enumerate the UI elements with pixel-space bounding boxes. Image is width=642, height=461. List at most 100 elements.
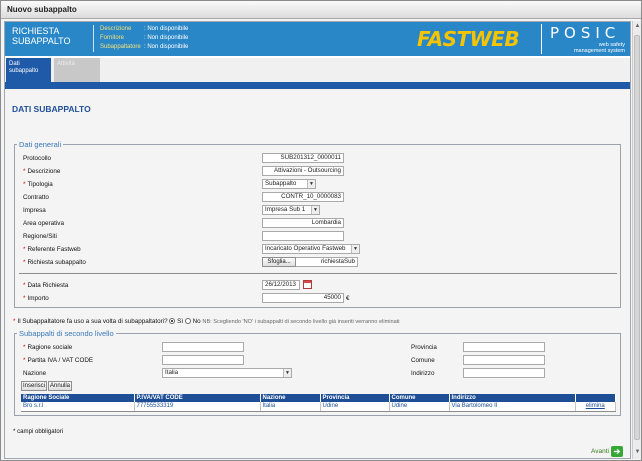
scroll-down-icon[interactable]: ▼ [634, 449, 641, 456]
subcontract-question: * Il Subappaltatore fa uso a sua volta di… [13, 318, 400, 325]
importo-label: * Importo [23, 295, 49, 302]
cancel-button[interactable]: Annulla [48, 381, 72, 391]
second-level-fieldset: Subappalti di secondo livello * Ragione s… [14, 329, 621, 416]
tipologia-label: * Tipologia [23, 181, 53, 188]
info-value-descrizione: : Non disponibile [144, 26, 189, 32]
scrollbar-thumb[interactable] [634, 35, 640, 440]
table-row: Bro s.r.l 77755533319 Italia Udine Udine… [21, 402, 616, 412]
question-note: NB: Scegliendo 'NO' i subappalti di seco… [202, 319, 400, 325]
tab-dati-subappalto[interactable]: Dati subappalto [6, 58, 51, 82]
radio-no[interactable] [184, 318, 191, 324]
info-label-descrizione: Descrizione [100, 26, 132, 32]
next-button[interactable]: Avanti ➔ [591, 446, 623, 457]
scroll-up-icon[interactable]: ▲ [634, 23, 641, 30]
second-level-legend: Subappalti di secondo livello [19, 329, 114, 338]
chevron-down-icon: ▼ [351, 245, 359, 253]
radio-si-label: Sì [177, 318, 184, 325]
descrizione-field[interactable]: Attivazioni - Outsourcing [262, 166, 344, 176]
header-banner: RICHIESTA SUBAPPALTO Descrizione : Non di… [5, 22, 630, 56]
nazione-select[interactable]: Italia ▼ [162, 368, 292, 378]
ragione-input[interactable] [162, 342, 244, 352]
section-divider [19, 273, 617, 274]
window-titlebar[interactable]: Nuovo subappalto [1, 1, 641, 19]
tab-bar: Dati subappalto Attività [5, 58, 630, 85]
nazione-label: Nazione [23, 370, 47, 377]
info-label-subappaltatore: Subappaltatore [100, 44, 141, 50]
fastweb-logo: FASTWEB [417, 27, 520, 51]
radio-no-label: No [192, 318, 201, 325]
cell-provincia: Udine [320, 402, 390, 412]
header-title: RICHIESTA SUBAPPALTO [12, 26, 71, 46]
provincia-label: Provincia [411, 344, 437, 351]
piva-input[interactable] [162, 355, 244, 365]
col-comune: Comune [389, 394, 450, 402]
comune-input[interactable] [463, 355, 545, 365]
impresa-label: Impresa [23, 207, 46, 214]
table-header-row: Ragione Sociale P.IVA/VAT CODE Nazione P… [21, 394, 616, 402]
tab-attivita[interactable]: Attività [54, 58, 100, 82]
info-label-fornitore: Fornitore [100, 35, 125, 41]
window-title: Nuovo subappalto [7, 5, 77, 14]
vertical-scrollbar[interactable]: ▲ ▼ [632, 21, 641, 459]
contratto-label: Contratto [23, 194, 49, 201]
protocollo-field[interactable]: SUB201312_0000011 [262, 153, 344, 163]
col-nazione: Nazione [260, 394, 321, 402]
radio-si[interactable] [169, 318, 176, 324]
question-text: Il Subappaltatore fa uso a sua volta di … [17, 318, 168, 325]
cell-piva: 77755533319 [134, 402, 261, 412]
regione-field[interactable] [262, 231, 344, 241]
insert-button[interactable]: Inserisci [21, 381, 47, 391]
posic-tagline: web safety management system [547, 42, 625, 54]
file-name-field[interactable]: richiestaSub [296, 257, 358, 267]
arrow-right-icon: ➔ [611, 446, 623, 457]
browse-button[interactable]: Sfoglia... [262, 257, 296, 267]
posic-logo-text: POSIC [550, 24, 621, 42]
descrizione-label: * Descrizione [23, 168, 61, 175]
indirizzo-label: Indirizzo [411, 370, 435, 377]
info-value-fornitore: : Non disponibile [144, 35, 189, 41]
chevron-down-icon: ▼ [307, 180, 315, 188]
tipologia-select[interactable]: Subappalto ▼ [262, 179, 316, 189]
ragione-label: * Ragione sociale [23, 344, 73, 351]
richiesta-label: * Richiesta subappalto [23, 259, 86, 266]
referente-select[interactable]: Incaricato Operativo Fastweb ▼ [262, 244, 360, 254]
header-info: Descrizione : Non disponibile Fornitore : … [100, 25, 188, 52]
posic-tagline-2: management system [573, 48, 625, 54]
area-label: Area operativa [23, 220, 64, 227]
cell-actions: elimina [575, 402, 616, 412]
info-value-subappaltatore: : Non disponibile [144, 44, 189, 50]
cell-indirizzo: Via Bartolomeo II [449, 402, 576, 412]
delete-link[interactable]: elimina [586, 403, 605, 409]
provincia-input[interactable] [463, 342, 545, 352]
cell-ragione: Bro s.r.l [21, 402, 135, 412]
importo-field[interactable]: 45000 [262, 293, 344, 303]
main-content: DATI SUBAPPALTO Dati generali Protocollo… [5, 89, 630, 458]
piva-label: * Partita IVA / VAT CODE [23, 357, 94, 364]
modal-window: Nuovo subappalto RICHIESTA SUBAPPALTO De… [0, 0, 642, 461]
cell-nazione: Italia [260, 402, 321, 412]
data-field[interactable]: 26/12/2013 [262, 280, 300, 290]
col-provincia: Provincia [320, 394, 390, 402]
contratto-field[interactable]: CONTR_10_0000083 [262, 192, 344, 202]
comune-label: Comune [411, 357, 435, 364]
area-field[interactable]: Lombardia [262, 218, 344, 228]
col-actions [575, 394, 616, 402]
page-title: DATI SUBAPPALTO [12, 104, 91, 114]
chevron-down-icon: ▼ [311, 206, 319, 214]
chevron-down-icon: ▼ [283, 369, 291, 377]
referente-label: * Referente Fastweb [23, 246, 81, 253]
impresa-select[interactable]: Impresa Sub 1 ▼ [262, 205, 320, 215]
next-button-label: Avanti [591, 448, 609, 455]
data-label: * Data Richiesta [23, 282, 69, 289]
col-indirizzo: Indirizzo [449, 394, 576, 402]
dialog-frame: RICHIESTA SUBAPPALTO Descrizione : Non di… [4, 21, 631, 459]
calendar-icon[interactable] [303, 280, 312, 289]
col-piva: P.IVA/VAT CODE [134, 394, 261, 402]
general-data-legend: Dati generali [19, 140, 62, 149]
regione-label: Regione/Siti [23, 233, 57, 240]
cell-comune: Udine [389, 402, 450, 412]
indirizzo-input[interactable] [463, 368, 545, 378]
col-ragione: Ragione Sociale [21, 394, 135, 402]
header-divider [93, 25, 94, 52]
posic-logo: POSIC web safety management system [541, 24, 628, 54]
